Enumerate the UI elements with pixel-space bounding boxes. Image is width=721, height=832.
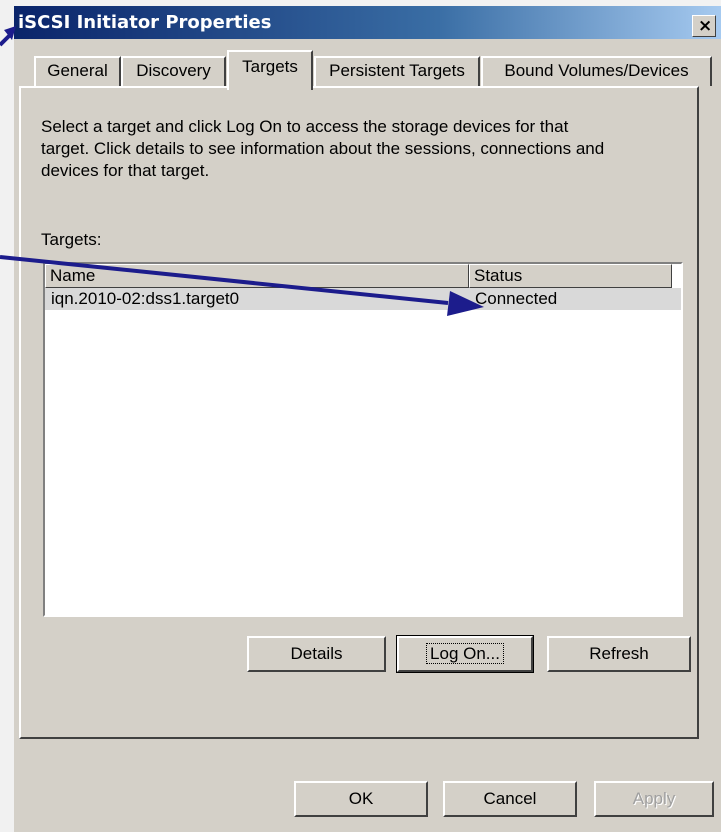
targets-list-label: Targets: (41, 230, 102, 249)
tab-label: Targets (242, 57, 298, 76)
desktop-background (0, 0, 14, 832)
apply-button[interactable]: Apply (594, 781, 714, 817)
target-name-cell: iqn.2010-02:dss1.target0 (51, 289, 240, 308)
log-on-button[interactable]: Log On... (396, 635, 534, 673)
column-header-status[interactable]: Status (469, 264, 672, 288)
column-header-name[interactable]: Name (45, 264, 469, 288)
log-on-button-label: Log On... (426, 643, 504, 664)
tab-label: Discovery (136, 61, 211, 80)
apply-button-label: Apply (632, 789, 676, 808)
target-status-cell: Connected (475, 289, 558, 308)
tab-discovery[interactable]: Discovery (121, 56, 226, 86)
tab-targets[interactable]: Targets (227, 50, 313, 90)
window-title: iSCSI Initiator Properties (18, 12, 272, 33)
details-button[interactable]: Details (247, 636, 386, 672)
tab-bound-volumes[interactable]: Bound Volumes/Devices (481, 56, 712, 86)
refresh-button[interactable]: Refresh (547, 636, 691, 672)
tab-general[interactable]: General (34, 56, 121, 86)
close-button[interactable]: × (692, 15, 716, 37)
refresh-button-label: Refresh (589, 644, 649, 663)
targets-list[interactable]: Name Status iqn.2010-02:dss1.target0 Con… (43, 262, 683, 617)
close-icon: × (698, 16, 713, 36)
details-button-label: Details (290, 644, 343, 663)
targets-description: Select a target and click Log On to acce… (41, 117, 605, 180)
title-bar[interactable]: iSCSI Initiator Properties × (14, 6, 721, 39)
cancel-button[interactable]: Cancel (443, 781, 577, 817)
tab-label: Bound Volumes/Devices (504, 61, 689, 80)
ok-button-label: OK (348, 789, 374, 808)
cancel-button-label: Cancel (483, 789, 537, 808)
table-row[interactable]: iqn.2010-02:dss1.target0 Connected (45, 288, 681, 310)
tab-label: General (47, 61, 108, 80)
tab-label: Persistent Targets (329, 61, 465, 80)
ok-button[interactable]: OK (294, 781, 428, 817)
tab-persistent-targets[interactable]: Persistent Targets (314, 56, 480, 86)
